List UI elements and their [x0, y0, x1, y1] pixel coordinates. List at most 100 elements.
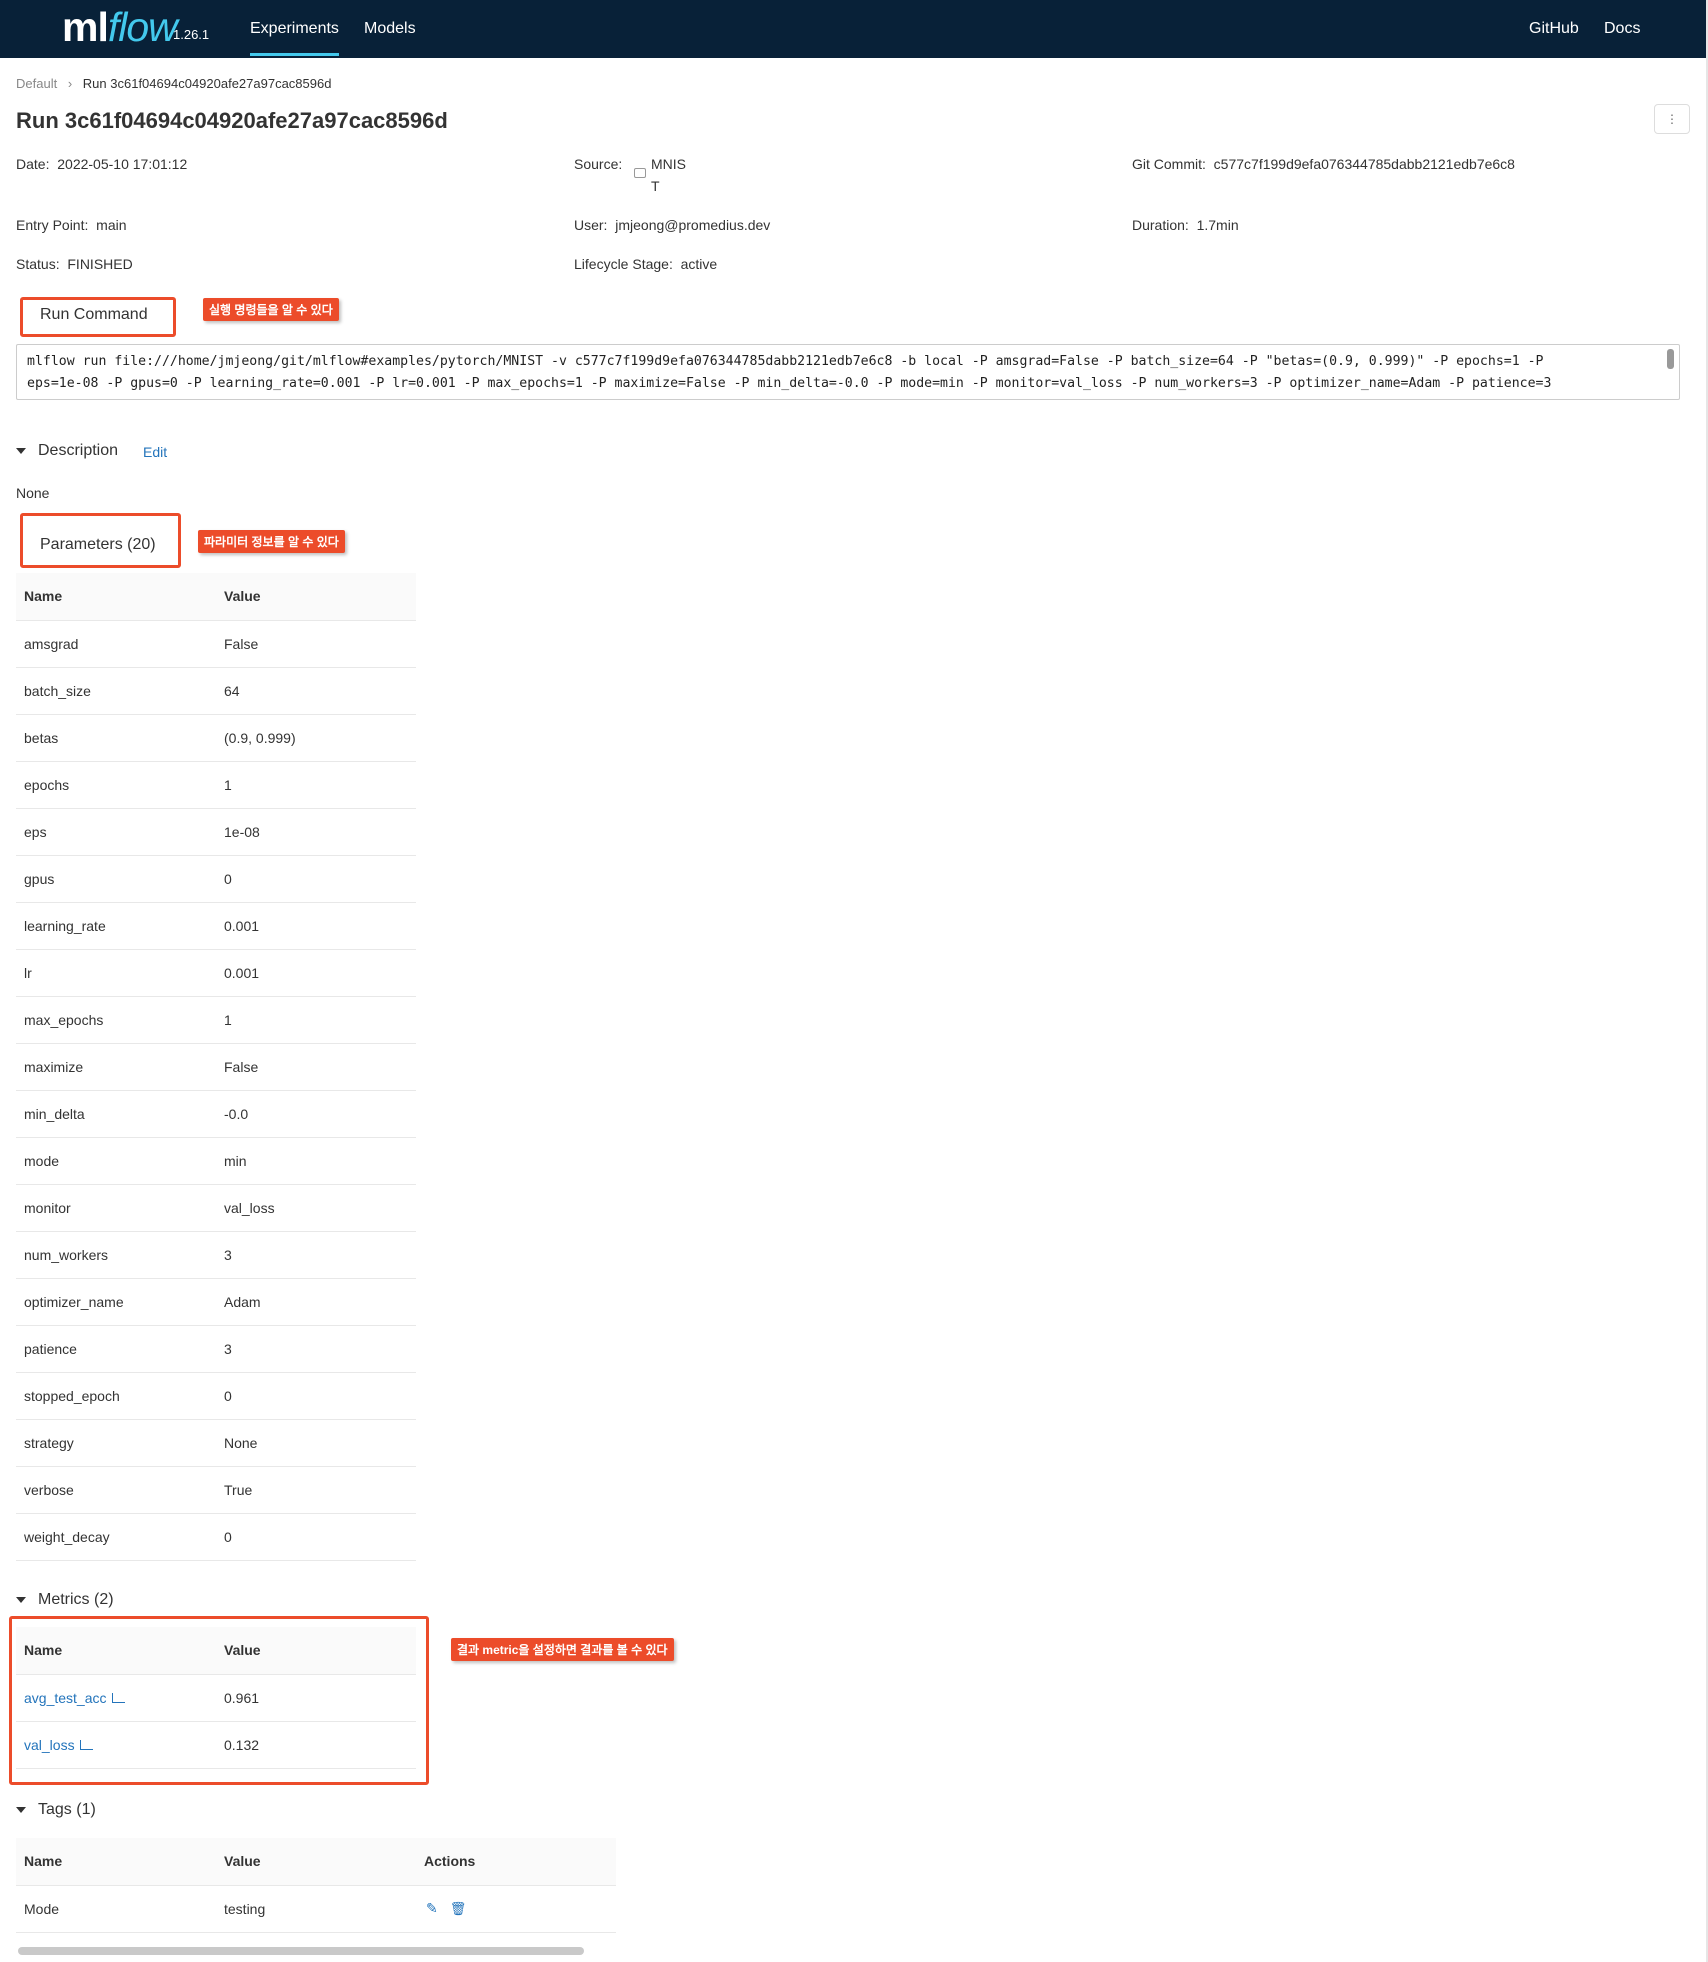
- param-name: betas: [16, 714, 216, 762]
- table-row: num_workers 3: [16, 1231, 416, 1279]
- param-name: amsgrad: [16, 620, 216, 668]
- metrics-header[interactable]: Metrics (2): [16, 1591, 114, 1609]
- meta-lifecycle: Lifecycle Stage: active: [574, 256, 718, 272]
- delete-icon[interactable]: 🗑: [450, 1901, 467, 1916]
- edit-icon[interactable]: ✎: [426, 1900, 438, 1916]
- meta-source-link-1[interactable]: MNIS: [651, 156, 686, 172]
- table-row: avg_test_acc 0.961: [16, 1674, 416, 1722]
- table-row: batch_size 64: [16, 667, 416, 715]
- param-value: 0: [216, 1372, 416, 1420]
- more-options-button[interactable]: ⋮: [1654, 104, 1690, 134]
- param-name: learning_rate: [16, 902, 216, 950]
- param-name: optimizer_name: [16, 1278, 216, 1326]
- param-name: patience: [16, 1325, 216, 1373]
- table-row: val_loss 0.132: [16, 1721, 416, 1769]
- description-edit-link[interactable]: Edit: [143, 444, 167, 460]
- param-value: 1: [216, 761, 416, 809]
- table-row: eps 1e-08: [16, 808, 416, 856]
- metric-name-link[interactable]: val_loss: [24, 1737, 75, 1753]
- param-value: 0.001: [216, 949, 416, 997]
- meta-duration: Duration: 1.7min: [1132, 217, 1239, 233]
- meta-source-label: Source:: [574, 156, 623, 172]
- param-value: Adam: [216, 1278, 416, 1326]
- param-name: monitor: [16, 1184, 216, 1232]
- table-row: verbose True: [16, 1466, 416, 1514]
- param-value: min: [216, 1137, 416, 1185]
- chevron-right-icon: ›: [67, 76, 73, 91]
- param-name: weight_decay: [16, 1513, 216, 1561]
- param-value: (0.9, 0.999): [216, 714, 416, 762]
- table-row: patience 3: [16, 1325, 416, 1373]
- param-value: 3: [216, 1325, 416, 1373]
- tag-name: Mode: [16, 1885, 216, 1933]
- col-header-value: Value: [216, 1838, 416, 1886]
- mlflow-logo[interactable]: mlflow: [62, 5, 178, 49]
- metric-value: 0.961: [216, 1674, 416, 1722]
- param-value: 64: [216, 667, 416, 715]
- nav-github[interactable]: GitHub: [1529, 20, 1579, 38]
- meta-entry-point: Entry Point: main: [16, 217, 127, 233]
- param-name: min_delta: [16, 1090, 216, 1138]
- nav-models[interactable]: Models: [364, 20, 416, 38]
- table-row: epochs 1: [16, 761, 416, 809]
- table-row: amsgrad False: [16, 620, 416, 668]
- meta-user: User: jmjeong@promedius.dev: [574, 217, 771, 233]
- metric-name-link[interactable]: avg_test_acc: [24, 1690, 107, 1706]
- annotation-note-metrics: 결과 metric을 설정하면 결과를 볼 수 있다: [451, 1638, 674, 1661]
- annotation-note-parameters: 파라미터 정보를 알 수 있다: [198, 530, 345, 553]
- param-name: stopped_epoch: [16, 1372, 216, 1420]
- table-row: gpus 0: [16, 855, 416, 903]
- col-header-value: Value: [216, 573, 416, 621]
- param-name: strategy: [16, 1419, 216, 1467]
- table-row: optimizer_name Adam: [16, 1278, 416, 1326]
- tags-header[interactable]: Tags (1): [16, 1801, 96, 1819]
- breadcrumb-current: Run 3c61f04694c04920afe27a97cac8596d: [82, 76, 332, 91]
- param-name: maximize: [16, 1043, 216, 1091]
- table-row: mode min: [16, 1137, 416, 1185]
- run-command-textarea[interactable]: mlflow run file:///home/jmjeong/git/mlfl…: [16, 344, 1680, 400]
- parameters-table: Name Value amsgrad False batch_size 64 betas(…: [16, 573, 416, 1561]
- caret-down-icon: [16, 1806, 26, 1813]
- col-header-name: Name: [16, 1627, 216, 1675]
- tag-value: testing: [216, 1885, 416, 1933]
- breadcrumb-default[interactable]: Default: [16, 76, 57, 91]
- param-value: None: [216, 1419, 416, 1467]
- meta-source-link-2[interactable]: T: [651, 178, 660, 194]
- param-name: epochs: [16, 761, 216, 809]
- run-command-line-2: eps=1e-08 -P gpus=0 -P learning_rate=0.0…: [27, 376, 1552, 391]
- param-value: 1e-08: [216, 808, 416, 856]
- nav-experiments[interactable]: Experiments: [250, 20, 339, 56]
- param-value: True: [216, 1466, 416, 1514]
- caret-down-icon: [16, 1596, 26, 1603]
- param-value: val_loss: [216, 1184, 416, 1232]
- annotation-box-parameters: [20, 513, 181, 568]
- annotation-note-run-command: 실행 명령들을 알 수 있다: [203, 298, 339, 321]
- version-label: 1.26.1: [173, 27, 210, 42]
- metrics-table: Name Value avg_test_acc 0.961 val_loss 0.132: [16, 1627, 416, 1769]
- table-row: strategy None: [16, 1419, 416, 1467]
- nav-docs[interactable]: Docs: [1604, 20, 1640, 38]
- param-value: False: [216, 620, 416, 668]
- table-row: Mode testing ✎ 🗑: [16, 1885, 616, 1933]
- param-name: verbose: [16, 1466, 216, 1514]
- tags-horizontal-scrollbar[interactable]: [18, 1947, 584, 1955]
- run-command-scrollbar[interactable]: [1667, 349, 1674, 369]
- table-row: max_epochs 1: [16, 996, 416, 1044]
- table-row: monitor val_loss: [16, 1184, 416, 1232]
- param-value: -0.0: [216, 1090, 416, 1138]
- line-chart-icon[interactable]: [79, 1739, 93, 1750]
- table-row: maximize False: [16, 1043, 416, 1091]
- top-navbar: mlflow 1.26.1 Experiments Models GitHub …: [0, 0, 1706, 58]
- annotation-box-run-command: [20, 297, 176, 337]
- breadcrumb: Default › Run 3c61f04694c04920afe27a97ca…: [16, 76, 331, 91]
- line-chart-icon[interactable]: [111, 1692, 125, 1703]
- param-value: 1: [216, 996, 416, 1044]
- caret-down-icon: [16, 447, 26, 454]
- meta-git-commit: Git Commit: c577c7f199d9efa076344785dabb…: [1132, 156, 1515, 172]
- col-header-name: Name: [16, 1838, 216, 1886]
- col-header-actions: Actions: [416, 1838, 616, 1886]
- param-value: 0: [216, 855, 416, 903]
- meta-date: Date: 2022-05-10 17:01:12: [16, 156, 188, 172]
- table-row: lr 0.001: [16, 949, 416, 997]
- description-header[interactable]: Description: [16, 442, 118, 460]
